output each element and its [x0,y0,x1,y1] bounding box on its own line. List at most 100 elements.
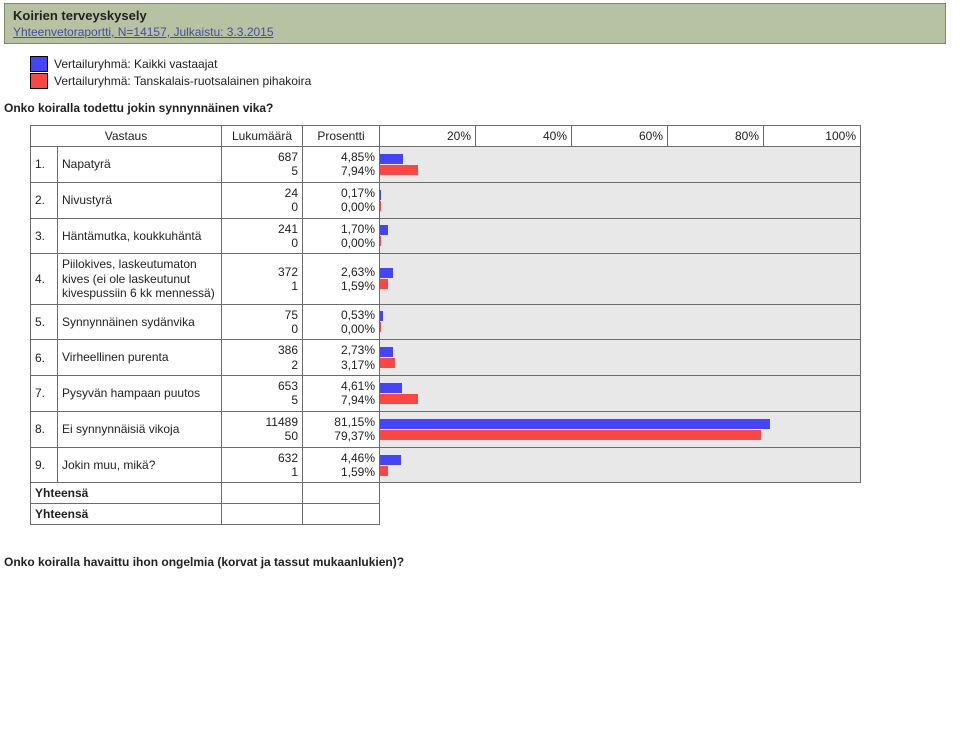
row-bars [380,340,861,376]
table-header-row: Vastaus Lukumäärä Prosentti 20%40%60%80%… [31,126,861,147]
row-count: 6875 [222,147,303,183]
row-pct: 4,85%7,94% [303,147,380,183]
row-label: Nivustyrä [58,182,222,218]
table-row: 3.Häntämutka, koukkuhäntä24101,70%0,00% [31,218,861,254]
bar-group1 [380,225,388,235]
table-row: 6.Virheellinen purenta38622,73%3,17% [31,340,861,376]
bar-group1 [380,268,393,278]
row-count: 240 [222,182,303,218]
table-row: 9.Jokin muu, mikä?63214,46%1,59% [31,447,861,483]
col-prosentti: Prosentti [303,126,380,147]
total-label: Yhteensä [31,504,222,525]
legend-label-group1: Vertailuryhmä: Kaikki vastaajat [54,57,217,71]
col-lukumaara: Lukumäärä [222,126,303,147]
row-idx: 2. [31,182,58,218]
row-count: 6321 [222,447,303,483]
row-bars [380,447,861,483]
report-header: Koirien terveyskysely Yhteenvetoraportti… [4,3,946,44]
bar-group1 [380,455,401,465]
table-row: 2.Nivustyrä2400,17%0,00% [31,182,861,218]
bar-group2 [380,201,381,211]
bar-group2 [380,430,761,440]
table-row: 4.Piilokives, laskeutumaton kives (ei ol… [31,254,861,304]
total-count [222,483,303,504]
row-pct: 1,70%0,00% [303,218,380,254]
table-row: 5.Synnynnäinen sydänvika7500,53%0,00% [31,304,861,340]
row-bars [380,182,861,218]
bar-group2 [380,466,388,476]
table-row: 1.Napatyrä68754,85%7,94% [31,147,861,183]
bar-group2 [380,358,395,368]
row-bars [380,411,861,447]
row-bars [380,254,861,304]
row-pct: 2,73%3,17% [303,340,380,376]
row-idx: 9. [31,447,58,483]
legend-row-group1: Vertailuryhmä: Kaikki vastaajat [30,56,960,72]
row-bars [380,376,861,412]
row-bars [380,147,861,183]
row-idx: 8. [31,411,58,447]
legend-label-group2: Vertailuryhmä: Tanskalais-ruotsalainen p… [54,74,311,88]
row-label: Piilokives, laskeutumaton kives (ei ole … [58,254,222,304]
total-label: Yhteensä [31,483,222,504]
result-table: Vastaus Lukumäärä Prosentti 20%40%60%80%… [30,125,861,525]
row-count: 750 [222,304,303,340]
bar-group2 [380,165,418,175]
row-count: 6535 [222,376,303,412]
report-subtitle: Yhteenvetoraportti, N=14157, Julkaistu: … [13,25,937,39]
legend: Vertailuryhmä: Kaikki vastaajat Vertailu… [30,56,960,89]
total-pct [303,483,380,504]
total-pct [303,504,380,525]
row-pct: 4,61%7,94% [303,376,380,412]
row-bars [380,218,861,254]
bar-group2 [380,394,418,404]
bar-group2 [380,322,381,332]
bar-group2 [380,279,388,289]
bar-group1 [380,154,403,164]
row-pct: 81,15%79,37% [303,411,380,447]
row-idx: 7. [31,376,58,412]
table-total-row: Yhteensä [31,483,861,504]
legend-row-group2: Vertailuryhmä: Tanskalais-ruotsalainen p… [30,73,960,89]
col-bar-ticks: 20%40%60%80%100% [380,126,861,147]
row-idx: 5. [31,304,58,340]
row-count: 3721 [222,254,303,304]
report-title: Koirien terveyskysely [13,8,937,25]
row-pct: 0,17%0,00% [303,182,380,218]
row-idx: 3. [31,218,58,254]
bar-tick: 40% [476,126,572,146]
row-pct: 0,53%0,00% [303,304,380,340]
row-label: Jokin muu, mikä? [58,447,222,483]
row-label: Virheellinen purenta [58,340,222,376]
bar-group1 [380,190,381,200]
total-count [222,504,303,525]
row-label: Synnynnäinen sydänvika [58,304,222,340]
row-label: Häntämutka, koukkuhäntä [58,218,222,254]
row-idx: 6. [31,340,58,376]
table-total-row: Yhteensä [31,504,861,525]
bar-tick: 60% [572,126,668,146]
row-count: 1148950 [222,411,303,447]
legend-swatch-blue [30,56,48,72]
bar-group1 [380,347,393,357]
row-label: Pysyvän hampaan puutos [58,376,222,412]
bar-group2 [380,236,381,246]
table-row: 7.Pysyvän hampaan puutos65354,61%7,94% [31,376,861,412]
question-1: Onko koiralla todettu jokin synnynnäinen… [4,101,960,115]
bar-tick: 20% [380,126,476,146]
col-vastaus: Vastaus [31,126,222,147]
table-row: 8.Ei synnynnäisiä vikoja114895081,15%79,… [31,411,861,447]
row-count: 3862 [222,340,303,376]
row-label: Ei synnynnäisiä vikoja [58,411,222,447]
question-2: Onko koiralla havaittu ihon ongelmia (ko… [4,555,960,569]
row-idx: 4. [31,254,58,304]
row-count: 2410 [222,218,303,254]
bar-group1 [380,311,383,321]
row-pct: 4,46%1,59% [303,447,380,483]
row-idx: 1. [31,147,58,183]
bar-group1 [380,419,770,429]
row-bars [380,304,861,340]
bar-group1 [380,383,402,393]
legend-swatch-red [30,73,48,89]
row-label: Napatyrä [58,147,222,183]
